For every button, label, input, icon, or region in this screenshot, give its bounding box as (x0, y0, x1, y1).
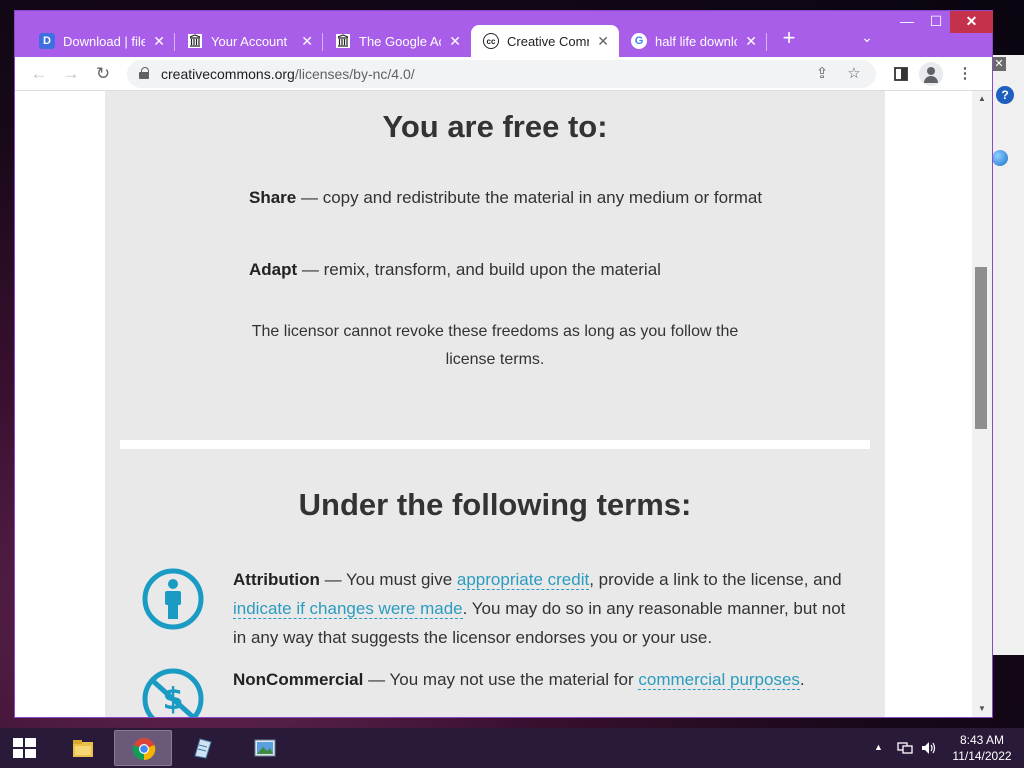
taskbar-chrome[interactable] (114, 730, 172, 766)
download-site-icon: D (39, 33, 55, 49)
close-tab-icon[interactable]: ✕ (153, 33, 165, 50)
windows-logo-icon (13, 738, 36, 758)
tab-title: Download | file. (63, 33, 145, 49)
terms-heading: Under the following terms: (298, 487, 692, 522)
globe-icon (992, 150, 1008, 166)
attribution-paragraph: Attribution — You must give appropriate … (233, 565, 853, 652)
attribution-term: Attribution (233, 570, 320, 589)
show-hidden-icons[interactable]: ▲ (874, 742, 883, 768)
notepad-icon (194, 738, 212, 759)
close-tab-icon[interactable]: ✕ (745, 33, 757, 50)
licensor-note: The licensor cannot revoke these freedom… (251, 323, 739, 368)
tab-google-account[interactable]: The Google Acc ✕ (323, 25, 471, 57)
maximize-button[interactable]: ☐ (921, 11, 951, 33)
close-tab-icon[interactable]: ✕ (301, 33, 313, 50)
tab-title: half life downlo (655, 33, 737, 49)
taskbar-photo-viewer[interactable] (236, 730, 294, 766)
share-text: — copy and redistribute the material in … (296, 188, 763, 207)
tab-creative-commons[interactable]: cc Creative Comm ✕ (471, 25, 619, 57)
chrome-icon (132, 738, 156, 761)
tab-title: Creative Comm (507, 33, 589, 49)
indicate-changes-link[interactable]: indicate if changes were made (233, 599, 463, 619)
attribution-text-2: , provide a link to the license, and (589, 570, 842, 589)
taskbar: ▲ 8:43 AM 11/14/2022 (0, 728, 1024, 768)
appropriate-credit-link[interactable]: appropriate credit (456, 570, 590, 590)
reload-icon[interactable]: ↻ (91, 62, 115, 86)
menu-kebab-icon[interactable]: ⋮ (953, 62, 977, 86)
tab-title: Your Account (211, 33, 288, 49)
close-tab-icon[interactable]: ✕ (449, 33, 461, 50)
background-close-icon[interactable]: ✕ (992, 57, 1006, 71)
browser-window: D Download | file. ✕ Your Account ✕ The … (14, 10, 993, 718)
bookmark-star-icon[interactable]: ☆ (843, 63, 865, 85)
license-content: You are free to: Share — copy and redist… (105, 91, 885, 717)
noncommercial-term: NonCommercial (233, 670, 364, 689)
file-explorer-icon (73, 740, 93, 757)
taskbar-notepad[interactable] (174, 730, 232, 766)
close-window-button[interactable]: ✕ (950, 11, 993, 33)
tab-search-icon[interactable]: ⌄ (857, 29, 877, 49)
address-bar[interactable]: creativecommons.org/licenses/by-nc/4.0/ … (127, 60, 876, 88)
library-icon (335, 33, 351, 49)
tab-strip: D Download | file. ✕ Your Account ✕ The … (15, 11, 993, 57)
adapt-term: Adapt (249, 260, 298, 279)
photo-viewer-icon (254, 739, 276, 757)
share-paragraph: Share — copy and redistribute the materi… (249, 183, 769, 212)
volume-icon[interactable] (920, 740, 938, 756)
system-clock[interactable]: 8:43 AM 11/14/2022 (944, 732, 1020, 764)
cc-icon: cc (483, 33, 499, 49)
clock-time: 8:43 AM (959, 733, 1005, 747)
section-divider (120, 440, 870, 449)
noncommercial-text-2: . (799, 670, 805, 689)
share-term: Share (249, 188, 297, 207)
scroll-up-arrow-icon[interactable]: ▲ (972, 91, 992, 107)
profile-avatar-icon[interactable] (919, 62, 943, 86)
library-icon (187, 33, 203, 49)
tab-title: The Google Acc (359, 33, 441, 49)
google-icon: G (631, 33, 647, 49)
tab-your-account[interactable]: Your Account ✕ (175, 25, 323, 57)
lock-icon[interactable] (139, 67, 149, 79)
tab-download[interactable]: D Download | file. ✕ (27, 25, 175, 57)
noncommercial-icon: $ (142, 668, 204, 717)
back-arrow-icon[interactable]: ← (27, 62, 51, 86)
help-icon[interactable]: ? (996, 86, 1014, 104)
free-heading: You are free to: (382, 109, 608, 144)
url-path: /licenses/by-nc/4.0/ (294, 66, 415, 82)
share-icon[interactable]: ⇪ (811, 63, 833, 85)
forward-arrow-icon[interactable]: → (59, 62, 83, 86)
scrollbar-thumb[interactable] (975, 267, 987, 429)
attribution-icon (142, 568, 204, 630)
minimize-button[interactable]: — (892, 11, 922, 33)
taskbar-file-explorer[interactable] (54, 730, 112, 766)
url-host: creativecommons.org (161, 66, 295, 82)
new-tab-button[interactable]: + (777, 27, 801, 51)
page-viewport: You are free to: Share — copy and redist… (15, 91, 992, 717)
noncommercial-text-1: — You may not use the material for (363, 670, 639, 689)
clock-date: 11/14/2022 (952, 749, 1012, 763)
adapt-paragraph: Adapt — remix, transform, and build upon… (249, 255, 769, 284)
noncommercial-paragraph: NonCommercial — You may not use the mate… (233, 665, 853, 694)
url-text[interactable]: creativecommons.org/licenses/by-nc/4.0/ (161, 66, 415, 82)
vertical-scrollbar[interactable]: ▲ ▼ (972, 91, 992, 717)
attribution-text-1: — You must give (319, 570, 457, 589)
start-button[interactable] (0, 728, 48, 768)
network-icon[interactable] (897, 740, 915, 756)
adapt-text: — remix, transform, and build upon the m… (297, 260, 661, 279)
browser-toolbar: ← → ↻ creativecommons.org/licenses/by-nc… (15, 57, 992, 91)
side-panel-icon[interactable] (889, 62, 913, 86)
commercial-purposes-link[interactable]: commercial purposes (638, 670, 800, 690)
close-tab-icon[interactable]: ✕ (597, 33, 609, 50)
scroll-down-arrow-icon[interactable]: ▼ (972, 701, 992, 717)
tab-google-search[interactable]: G half life downlo ✕ (619, 25, 767, 57)
background-window (990, 55, 1024, 655)
